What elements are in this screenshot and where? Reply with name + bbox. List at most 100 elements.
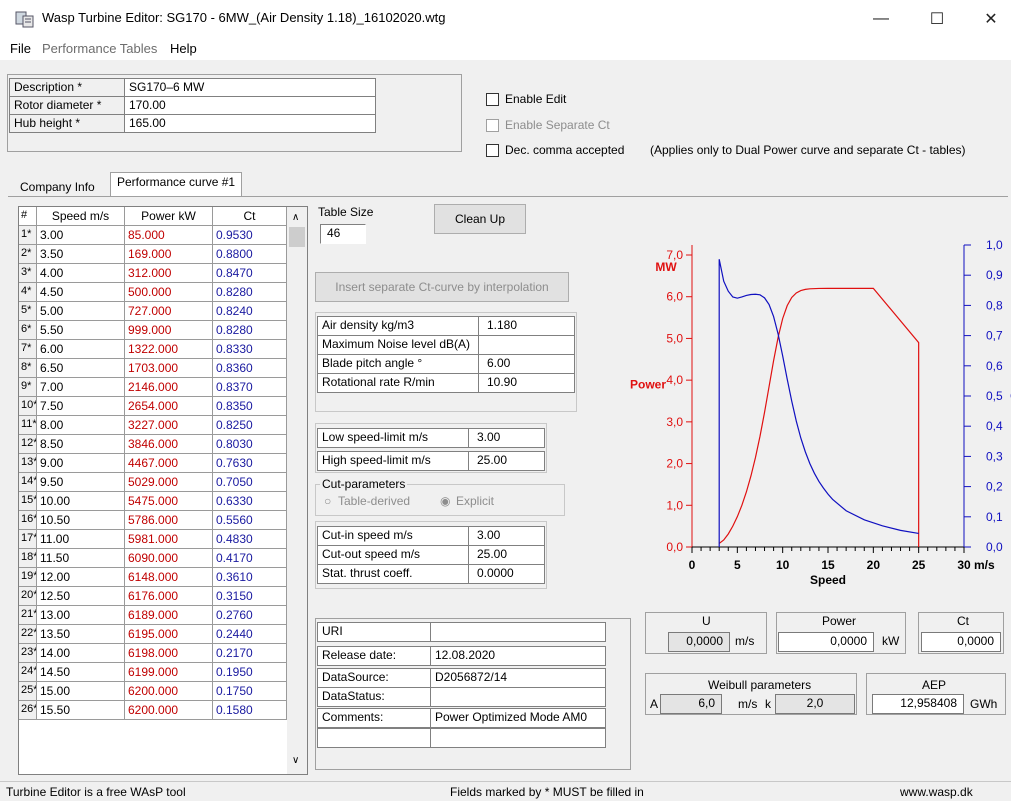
- table-row[interactable]: 7* 6.00 1322.000 0.8330: [19, 340, 287, 359]
- release-date-field[interactable]: 12.08.2020: [430, 646, 606, 666]
- table-row[interactable]: 15* 10.00 5475.000 0.6330: [19, 492, 287, 511]
- table-row[interactable]: 13* 9.00 4467.000 0.7630: [19, 454, 287, 473]
- table-row[interactable]: 23* 14.00 6198.000 0.2170: [19, 644, 287, 663]
- dec-comma-checkbox[interactable]: [486, 144, 499, 157]
- speed-cell[interactable]: 8.00: [37, 416, 125, 435]
- speed-cell[interactable]: 4.50: [37, 283, 125, 302]
- power-cell[interactable]: 1703.000: [125, 359, 213, 378]
- power-cell[interactable]: 5786.000: [125, 511, 213, 530]
- table-row[interactable]: 16* 10.50 5786.000 0.5560: [19, 511, 287, 530]
- power-cell[interactable]: 5475.000: [125, 492, 213, 511]
- speed-cell[interactable]: 12.50: [37, 587, 125, 606]
- scroll-thumb[interactable]: [289, 227, 305, 247]
- table-row[interactable]: 22* 13.50 6195.000 0.2440: [19, 625, 287, 644]
- cut-out-field[interactable]: 25.00: [468, 545, 545, 565]
- header-speed[interactable]: Speed m/s: [37, 207, 125, 226]
- speed-cell[interactable]: 13.50: [37, 625, 125, 644]
- ct-cell[interactable]: 0.8280: [213, 283, 287, 302]
- speed-cell[interactable]: 15.50: [37, 701, 125, 720]
- ct-cell[interactable]: 0.8240: [213, 302, 287, 321]
- table-row[interactable]: 11* 8.00 3227.000 0.8250: [19, 416, 287, 435]
- power-cell[interactable]: 6199.000: [125, 663, 213, 682]
- hub-height-field[interactable]: 165.00: [124, 114, 376, 133]
- table-row[interactable]: 14* 9.50 5029.000 0.7050: [19, 473, 287, 492]
- power-cell[interactable]: 2654.000: [125, 397, 213, 416]
- low-speed-field[interactable]: 3.00: [468, 428, 545, 448]
- power-cell[interactable]: 5029.000: [125, 473, 213, 492]
- table-row[interactable]: 9* 7.00 2146.000 0.8370: [19, 378, 287, 397]
- speed-cell[interactable]: 9.50: [37, 473, 125, 492]
- ct-cell[interactable]: 0.8800: [213, 245, 287, 264]
- ct-cell[interactable]: 0.8280: [213, 321, 287, 340]
- noise-field[interactable]: [478, 335, 575, 355]
- radio-explicit-icon[interactable]: ◉: [440, 494, 450, 508]
- ct-cell[interactable]: 0.1750: [213, 682, 287, 701]
- header-power[interactable]: Power kW: [125, 207, 213, 226]
- air-density-field[interactable]: 1.180: [478, 316, 575, 336]
- speed-cell[interactable]: 15.00: [37, 682, 125, 701]
- speed-cell[interactable]: 3.50: [37, 245, 125, 264]
- speed-cell[interactable]: 7.00: [37, 378, 125, 397]
- high-speed-field[interactable]: 25.00: [468, 451, 545, 471]
- power-cell[interactable]: 6090.000: [125, 549, 213, 568]
- enable-edit-checkbox[interactable]: [486, 93, 499, 106]
- speed-cell[interactable]: 5.50: [37, 321, 125, 340]
- cut-in-field[interactable]: 3.00: [468, 526, 545, 546]
- ct-cell[interactable]: 0.7050: [213, 473, 287, 492]
- ct-field[interactable]: 0,0000: [921, 632, 1001, 652]
- power-cell[interactable]: 6189.000: [125, 606, 213, 625]
- ct-cell[interactable]: 0.8470: [213, 264, 287, 283]
- ct-cell[interactable]: 0.9530: [213, 226, 287, 245]
- speed-cell[interactable]: 8.50: [37, 435, 125, 454]
- rotor-diameter-field[interactable]: 170.00: [124, 96, 376, 115]
- table-row[interactable]: 18* 11.50 6090.000 0.4170: [19, 549, 287, 568]
- thrust-field[interactable]: 0.0000: [468, 564, 545, 584]
- table-row[interactable]: 5* 5.00 727.000 0.8240: [19, 302, 287, 321]
- speed-cell[interactable]: 13.00: [37, 606, 125, 625]
- ct-cell[interactable]: 0.1950: [213, 663, 287, 682]
- ct-cell[interactable]: 0.8370: [213, 378, 287, 397]
- speed-cell[interactable]: 3.00: [37, 226, 125, 245]
- power-cell[interactable]: 312.000: [125, 264, 213, 283]
- table-row[interactable]: 1* 3.00 85.000 0.9530: [19, 226, 287, 245]
- table-row[interactable]: 8* 6.50 1703.000 0.8360: [19, 359, 287, 378]
- insert-ct-button[interactable]: Insert separate Ct-curve by interpolatio…: [315, 272, 569, 302]
- description-field[interactable]: SG170–6 MW: [124, 78, 376, 97]
- menu-performance-tables[interactable]: Performance Tables: [42, 41, 157, 56]
- power-cell[interactable]: 727.000: [125, 302, 213, 321]
- ct-cell[interactable]: 0.3610: [213, 568, 287, 587]
- power-cell[interactable]: 3846.000: [125, 435, 213, 454]
- speed-cell[interactable]: 5.00: [37, 302, 125, 321]
- maximize-button[interactable]: ☐: [914, 4, 960, 34]
- ct-cell[interactable]: 0.7630: [213, 454, 287, 473]
- speed-cell[interactable]: 10.00: [37, 492, 125, 511]
- power-cell[interactable]: 500.000: [125, 283, 213, 302]
- power-cell[interactable]: 4467.000: [125, 454, 213, 473]
- power-cell[interactable]: 1322.000: [125, 340, 213, 359]
- table-row[interactable]: 4* 4.50 500.000 0.8280: [19, 283, 287, 302]
- table-row[interactable]: 2* 3.50 169.000 0.8800: [19, 245, 287, 264]
- close-button[interactable]: ✕: [968, 4, 1011, 34]
- data-source-field[interactable]: D2056872/14: [430, 668, 606, 688]
- tab-performance-curve[interactable]: Performance curve #1: [110, 172, 243, 196]
- power-field[interactable]: 0,0000: [778, 632, 874, 652]
- aep-field[interactable]: 12,958408: [872, 694, 964, 714]
- speed-cell[interactable]: 14.00: [37, 644, 125, 663]
- speed-cell[interactable]: 10.50: [37, 511, 125, 530]
- table-row[interactable]: 24* 14.50 6199.000 0.1950: [19, 663, 287, 682]
- speed-cell[interactable]: 14.50: [37, 663, 125, 682]
- power-cell[interactable]: 999.000: [125, 321, 213, 340]
- ct-cell[interactable]: 0.2170: [213, 644, 287, 663]
- header-ct[interactable]: Ct: [213, 207, 287, 226]
- ct-cell[interactable]: 0.2440: [213, 625, 287, 644]
- ct-cell[interactable]: 0.2760: [213, 606, 287, 625]
- speed-cell[interactable]: 11.50: [37, 549, 125, 568]
- ct-cell[interactable]: 0.8030: [213, 435, 287, 454]
- performance-table[interactable]: # Speed m/s Power kW Ct 1* 3.00 85.000 0.95…: [18, 206, 308, 775]
- power-cell[interactable]: 6198.000: [125, 644, 213, 663]
- weibull-a-field[interactable]: 6,0: [660, 694, 722, 714]
- power-cell[interactable]: 6176.000: [125, 587, 213, 606]
- ct-cell[interactable]: 0.8360: [213, 359, 287, 378]
- speed-cell[interactable]: 6.00: [37, 340, 125, 359]
- enable-separate-ct-checkbox[interactable]: [486, 119, 499, 132]
